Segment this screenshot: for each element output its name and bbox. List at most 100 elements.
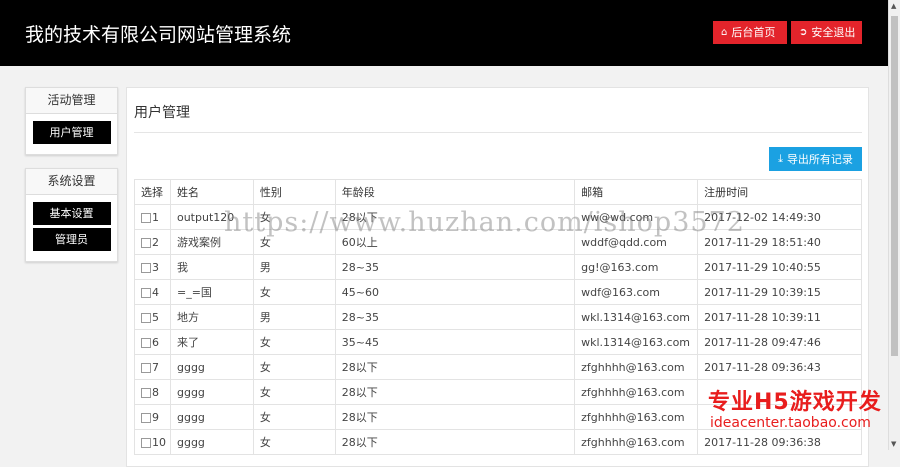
row-select-cell[interactable]: 5: [134, 304, 171, 330]
row-name-text: gggg: [176, 435, 205, 449]
row-select-cell[interactable]: 3: [134, 254, 171, 280]
row-gender-cell: 女: [252, 279, 336, 305]
row-select-text: 8: [152, 385, 159, 399]
sidebar-item-basic-settings[interactable]: 基本设置: [32, 202, 111, 225]
row-select-cell[interactable]: 2: [134, 229, 171, 255]
row-checkbox[interactable]: [141, 237, 151, 248]
row-gender-text: 男: [259, 261, 271, 274]
row-select-text: 2: [152, 235, 159, 249]
row-age-cell: 28~35: [334, 304, 576, 330]
row-email-text: wdf@163.com: [581, 285, 660, 299]
promo-subtitle: ideacenter.taobao.com: [710, 415, 871, 431]
row-checkbox[interactable]: [141, 362, 151, 373]
row-select-cell[interactable]: 4: [134, 279, 171, 305]
row-checkbox[interactable]: [141, 312, 151, 323]
export-all-label: 导出所有记录: [786, 153, 853, 166]
row-select-cell[interactable]: 9: [134, 404, 171, 430]
row-time-cell: 2017-11-28 09:36:43: [697, 354, 862, 380]
row-checkbox[interactable]: [141, 387, 151, 398]
row-select-text: 3: [152, 260, 159, 274]
row-select-text: 10: [152, 435, 166, 449]
row-gender-cell: 男: [252, 304, 336, 330]
table-row[interactable]: 1 output120 女 28以下 ww@wd.com 2017-12-02 14:49…: [134, 204, 862, 230]
site-title: 我的技术有限公司网站管理系统: [25, 24, 292, 46]
row-name-text: 地方: [176, 311, 199, 324]
row-checkbox[interactable]: [141, 212, 151, 223]
column-header-age: 年龄段: [334, 179, 576, 205]
row-gender-cell: 女: [252, 429, 336, 455]
row-gender-text: 女: [259, 436, 271, 449]
row-age-text: 35~45: [341, 335, 379, 349]
row-gender-text: 女: [259, 411, 271, 424]
row-checkbox[interactable]: [141, 412, 151, 423]
table-row[interactable]: 7 gggg 女 28以下 zfghhhh@163.com 2017-11-28 09:3…: [134, 354, 862, 380]
row-age-text: 45~60: [341, 285, 379, 299]
row-name-cell: 地方: [169, 304, 254, 330]
export-all-button[interactable]: ⤓ 导出所有记录: [769, 147, 862, 171]
row-time-cell: 2017-11-29 10:40:55: [697, 254, 862, 280]
row-time-cell: 2017-11-29 18:51:40: [697, 229, 862, 255]
row-gender-text: 女: [259, 336, 271, 349]
row-email-cell: gg!@163.com: [574, 254, 699, 280]
row-time-text: 2017-11-28 10:39:11: [704, 310, 821, 324]
row-name-cell: 我: [169, 254, 254, 280]
row-gender-text: 女: [259, 361, 271, 374]
row-email-cell: wkl.1314@163.com: [574, 329, 699, 355]
row-email-text: wkl.1314@163.com: [581, 335, 691, 349]
row-select-cell[interactable]: 7: [134, 354, 171, 380]
home-button[interactable]: ⌂ 后台首页: [713, 21, 787, 44]
row-name-cell: gggg: [169, 354, 254, 380]
table-row[interactable]: 3 我 男 28~35 gg!@163.com 2017-11-29 10:40:55: [134, 254, 862, 280]
column-header-name: 姓名: [169, 179, 254, 205]
row-select-cell[interactable]: 1: [134, 204, 171, 230]
row-name-text: 来了: [176, 336, 199, 349]
row-gender-cell: 男: [252, 254, 336, 280]
sidebar-item-user-management[interactable]: 用户管理: [32, 121, 111, 144]
row-select-cell[interactable]: 8: [134, 379, 171, 405]
row-time-text: 2017-11-29 18:51:40: [704, 235, 821, 249]
page-scrollbar[interactable]: ▲ ▼: [888, 0, 900, 450]
column-header-gender: 性别: [252, 179, 336, 205]
row-gender-text: 女: [259, 236, 271, 249]
row-checkbox[interactable]: [141, 287, 151, 298]
row-gender-cell: 女: [252, 354, 336, 380]
table-row[interactable]: 6 来了 女 35~45 wkl.1314@163.com 2017-11-28 09:4…: [134, 329, 862, 355]
row-time-text: 2017-11-29 10:39:15: [704, 285, 821, 299]
row-age-text: 28~35: [341, 260, 379, 274]
table-row[interactable]: 10 gggg 女 28以下 zfghhhh@163.com 2017-11-28 09:…: [134, 429, 862, 455]
row-age-text: 28~35: [341, 310, 379, 324]
table-row[interactable]: 5 地方 男 28~35 wkl.1314@163.com 2017-11-28 10:3…: [134, 304, 862, 330]
row-time-cell: 2017-11-28 09:47:46: [697, 329, 862, 355]
scroll-thumb[interactable]: [891, 16, 898, 356]
table-row[interactable]: 2 游戏案例 女 60以上 wddf@qdd.com 2017-11-29 18:51:4…: [134, 229, 862, 255]
row-time-cell: 2017-12-02 14:49:30: [697, 204, 862, 230]
row-checkbox[interactable]: [141, 262, 151, 273]
row-select-text: 5: [152, 310, 159, 324]
row-age-cell: 28~35: [334, 254, 576, 280]
row-email-cell: wddf@qdd.com: [574, 229, 699, 255]
row-name-cell: gggg: [169, 404, 254, 430]
row-email-text: zfghhhh@163.com: [581, 360, 685, 374]
row-name-text: 我: [176, 261, 188, 274]
table-row[interactable]: 4 =_=国 女 45~60 wdf@163.com 2017-11-29 10:39:1…: [134, 279, 862, 305]
row-name-cell: 来了: [169, 329, 254, 355]
row-age-cell: 28以下: [334, 429, 576, 455]
row-checkbox[interactable]: [141, 437, 151, 448]
row-time-cell: 2017-11-29 10:39:15: [697, 279, 862, 305]
row-name-cell: output120: [169, 204, 254, 230]
activity-panel-title: 活动管理: [26, 88, 117, 114]
scroll-down-icon[interactable]: ▼: [891, 440, 896, 448]
row-age-text: 28以下: [341, 411, 378, 424]
sidebar-item-administrators[interactable]: 管理员: [32, 228, 111, 251]
logout-button[interactable]: ➲ 安全退出: [791, 21, 862, 44]
row-gender-text: 女: [259, 286, 271, 299]
system-panel-title: 系统设置: [26, 169, 117, 195]
row-select-cell[interactable]: 6: [134, 329, 171, 355]
row-age-cell: 45~60: [334, 279, 576, 305]
row-checkbox[interactable]: [141, 337, 151, 348]
row-select-cell[interactable]: 10: [134, 429, 171, 455]
row-gender-cell: 女: [252, 379, 336, 405]
scroll-up-icon[interactable]: ▲: [891, 2, 896, 10]
column-header-time: 注册时间: [697, 179, 862, 205]
download-icon: ⤓: [778, 152, 783, 165]
